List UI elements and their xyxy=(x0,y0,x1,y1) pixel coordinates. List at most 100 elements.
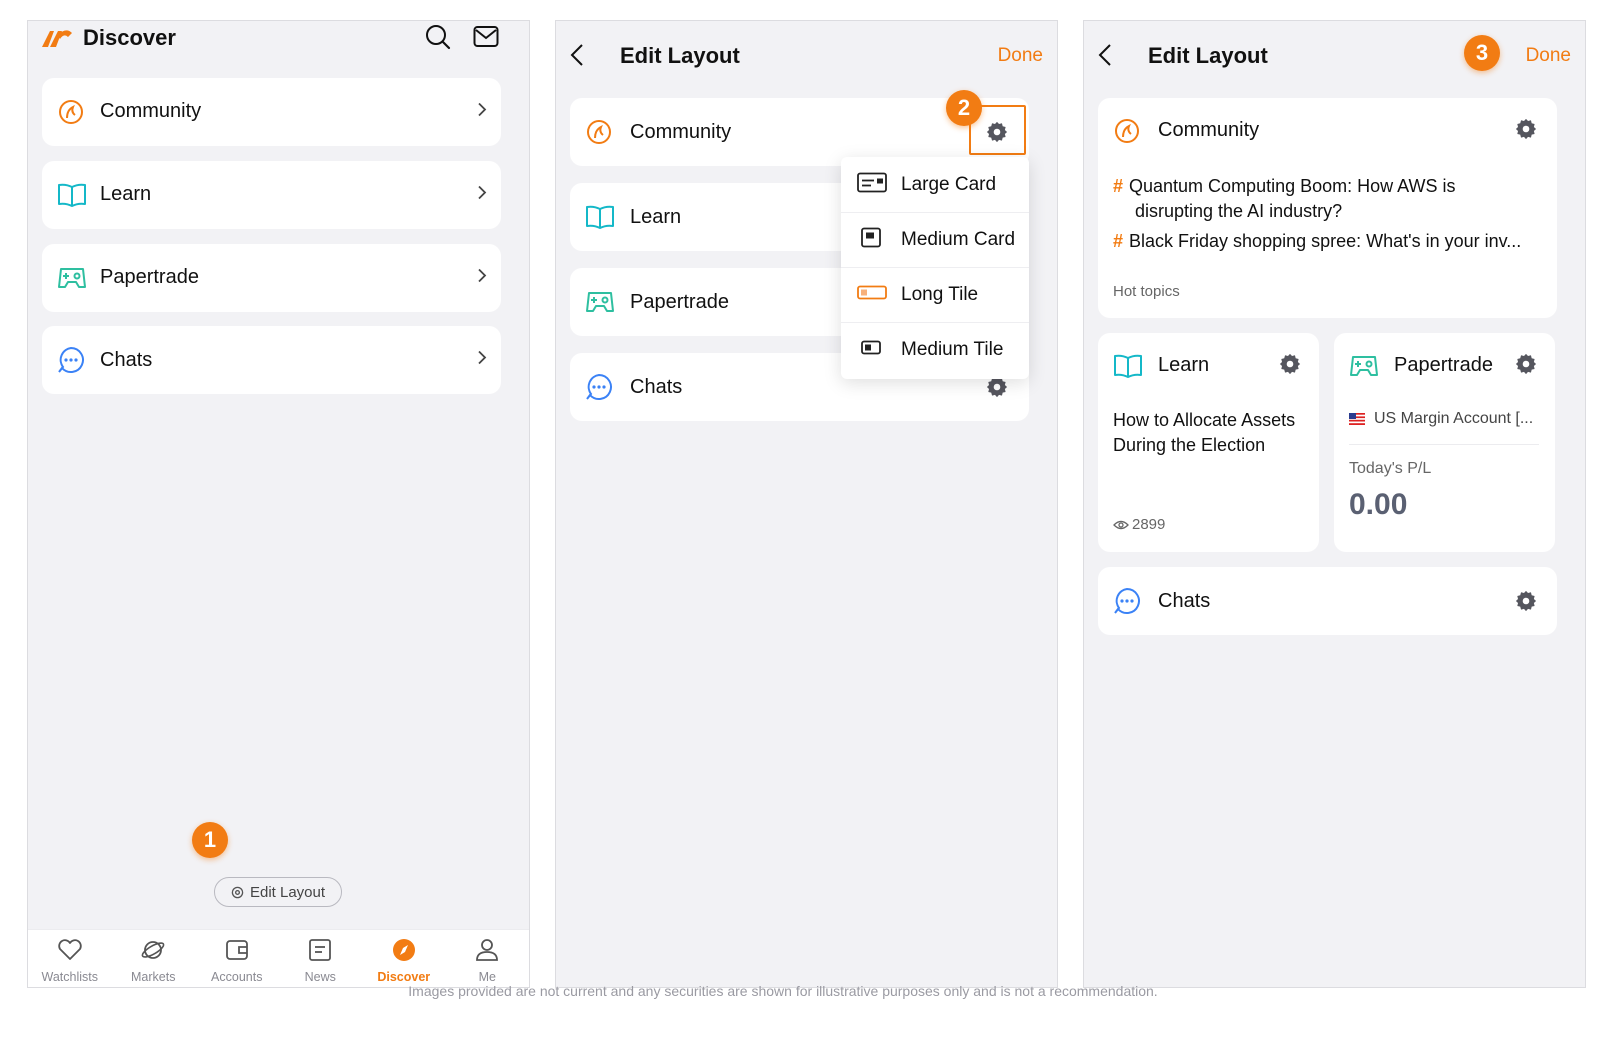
step-badge-2: 2 xyxy=(946,90,982,126)
menu-item-medium-tile[interactable]: Medium Tile xyxy=(841,322,1029,377)
pl-label: Today's P/L xyxy=(1349,460,1432,477)
community-row[interactable]: Community xyxy=(42,78,501,146)
papertrade-label: Papertrade xyxy=(1394,354,1493,376)
papertrade-label: Papertrade xyxy=(630,291,729,313)
divider xyxy=(1349,444,1539,445)
disclaimer-text: Images provided are not current and any … xyxy=(408,983,1158,999)
edit-layout-button[interactable]: Edit Layout xyxy=(214,877,342,907)
chats-label: Chats xyxy=(1158,590,1211,612)
community-large-card[interactable]: Community # Quantum Computing Boom: How A… xyxy=(1098,98,1557,318)
community-icon xyxy=(586,119,612,145)
menu-item-label: Medium Tile xyxy=(901,339,1004,360)
menu-item-large-card[interactable]: Large Card xyxy=(841,157,1029,212)
chats-row[interactable]: Chats xyxy=(42,326,501,394)
page-title: Discover xyxy=(83,25,176,50)
hashtag-icon: # xyxy=(1113,231,1124,251)
community-label: Community xyxy=(630,121,732,143)
community-label: Community xyxy=(1158,119,1260,141)
book-icon xyxy=(1113,353,1143,379)
tab-watchlists[interactable]: Watchlists xyxy=(28,930,112,987)
papertrade-medium-card[interactable]: Papertrade US Margin Account [... Today'… xyxy=(1334,333,1555,552)
pl-value: 0.00 xyxy=(1349,488,1408,521)
us-flag-icon xyxy=(1349,413,1365,425)
menu-item-medium-card[interactable]: Medium Card xyxy=(841,212,1029,267)
done-button[interactable]: Done xyxy=(1526,45,1571,67)
menu-item-label: Large Card xyxy=(901,173,997,195)
papertrade-row[interactable]: Papertrade xyxy=(42,244,501,312)
gear-icon[interactable] xyxy=(1515,353,1537,380)
gamepad-icon xyxy=(585,289,615,315)
back-arrow-icon[interactable] xyxy=(1098,43,1112,72)
view-count: 2899 xyxy=(1132,516,1166,533)
gamepad-icon xyxy=(1349,353,1379,379)
learn-row[interactable]: Learn xyxy=(42,161,501,229)
eye-icon xyxy=(1113,519,1129,531)
page-title: Edit Layout xyxy=(620,43,740,68)
planet-icon xyxy=(140,938,166,967)
learn-label: Learn xyxy=(630,206,682,228)
step-badge-3: 3 xyxy=(1464,35,1500,71)
wallet-icon xyxy=(224,938,250,967)
book-icon xyxy=(57,182,87,208)
menu-item-label: Long Tile xyxy=(901,284,979,305)
layout-size-menu: Large Card Medium Card Long Tile Medium … xyxy=(841,157,1029,379)
learn-label: Learn xyxy=(1158,354,1210,376)
chevron-right-icon xyxy=(477,268,487,289)
hot-topic-item[interactable]: # Black Friday shopping spree: What's in … xyxy=(1113,229,1521,254)
hot-topic-item[interactable]: # Quantum Computing Boom: How AWS is xyxy=(1113,174,1455,199)
compass-icon xyxy=(391,938,417,967)
discover-screen: Discover Community Learn Papertrade Chat… xyxy=(27,20,530,988)
tab-discover[interactable]: Discover xyxy=(362,930,446,987)
back-arrow-icon[interactable] xyxy=(570,43,584,72)
gear-icon[interactable] xyxy=(1515,118,1537,145)
done-button[interactable]: Done xyxy=(998,45,1043,67)
edit-layout-screen-result: Edit Layout Done 3 Community # Quantum Co… xyxy=(1083,20,1586,988)
learn-medium-card[interactable]: Learn How to Allocate Assets During the … xyxy=(1098,333,1319,552)
hot-topic-item-cont: disrupting the AI industry? xyxy=(1135,201,1343,221)
hot-topics-label: Hot topics xyxy=(1113,283,1180,300)
large-card-icon xyxy=(857,172,887,197)
community-icon xyxy=(1114,118,1140,144)
gear-outline-icon xyxy=(231,886,244,899)
edit-layout-label: Edit Layout xyxy=(249,883,326,901)
tab-label: Me xyxy=(478,970,496,984)
chevron-right-icon xyxy=(477,102,487,123)
edit-layout-screen-menu: Edit Layout Done Community Learn Papertr… xyxy=(555,20,1058,988)
person-icon xyxy=(474,938,500,967)
medium-card-icon xyxy=(861,227,881,253)
gear-icon[interactable] xyxy=(1279,353,1301,380)
hashtag-icon: # xyxy=(1113,176,1124,196)
tab-label: Discover xyxy=(377,970,431,984)
chat-bubble-icon xyxy=(57,346,85,374)
tab-label: Markets xyxy=(131,970,176,984)
mail-icon[interactable] xyxy=(473,25,499,49)
tab-markets[interactable]: Markets xyxy=(112,930,196,987)
tab-me[interactable]: Me xyxy=(446,930,530,987)
gear-icon[interactable] xyxy=(986,376,1008,403)
chat-bubble-icon xyxy=(1113,587,1141,615)
account-name: US Margin Account [... xyxy=(1374,410,1534,427)
learn-article-title-cont: During the Election xyxy=(1113,435,1266,455)
app-logo-icon xyxy=(40,27,74,49)
chevron-right-icon xyxy=(477,185,487,206)
gamepad-icon xyxy=(57,265,87,291)
community-icon xyxy=(58,99,84,125)
news-icon xyxy=(307,938,333,967)
tab-news[interactable]: News xyxy=(279,930,363,987)
chats-long-tile[interactable]: Chats xyxy=(1098,567,1557,635)
medium-tile-icon xyxy=(861,340,881,360)
heart-icon xyxy=(57,938,83,967)
menu-item-label: Medium Card xyxy=(901,229,1016,250)
search-icon[interactable] xyxy=(425,24,451,50)
learn-label: Learn xyxy=(100,183,152,205)
chats-label: Chats xyxy=(630,376,683,398)
gear-icon[interactable] xyxy=(1515,590,1537,617)
bottom-tab-bar: Watchlists Markets Accounts News Discove… xyxy=(28,929,529,987)
tab-label: News xyxy=(304,970,336,984)
tab-label: Accounts xyxy=(211,970,263,984)
menu-item-long-tile[interactable]: Long Tile xyxy=(841,267,1029,322)
tab-label: Watchlists xyxy=(41,970,99,984)
tab-accounts[interactable]: Accounts xyxy=(195,930,279,987)
gear-icon[interactable] xyxy=(986,121,1008,148)
book-icon xyxy=(585,204,615,230)
